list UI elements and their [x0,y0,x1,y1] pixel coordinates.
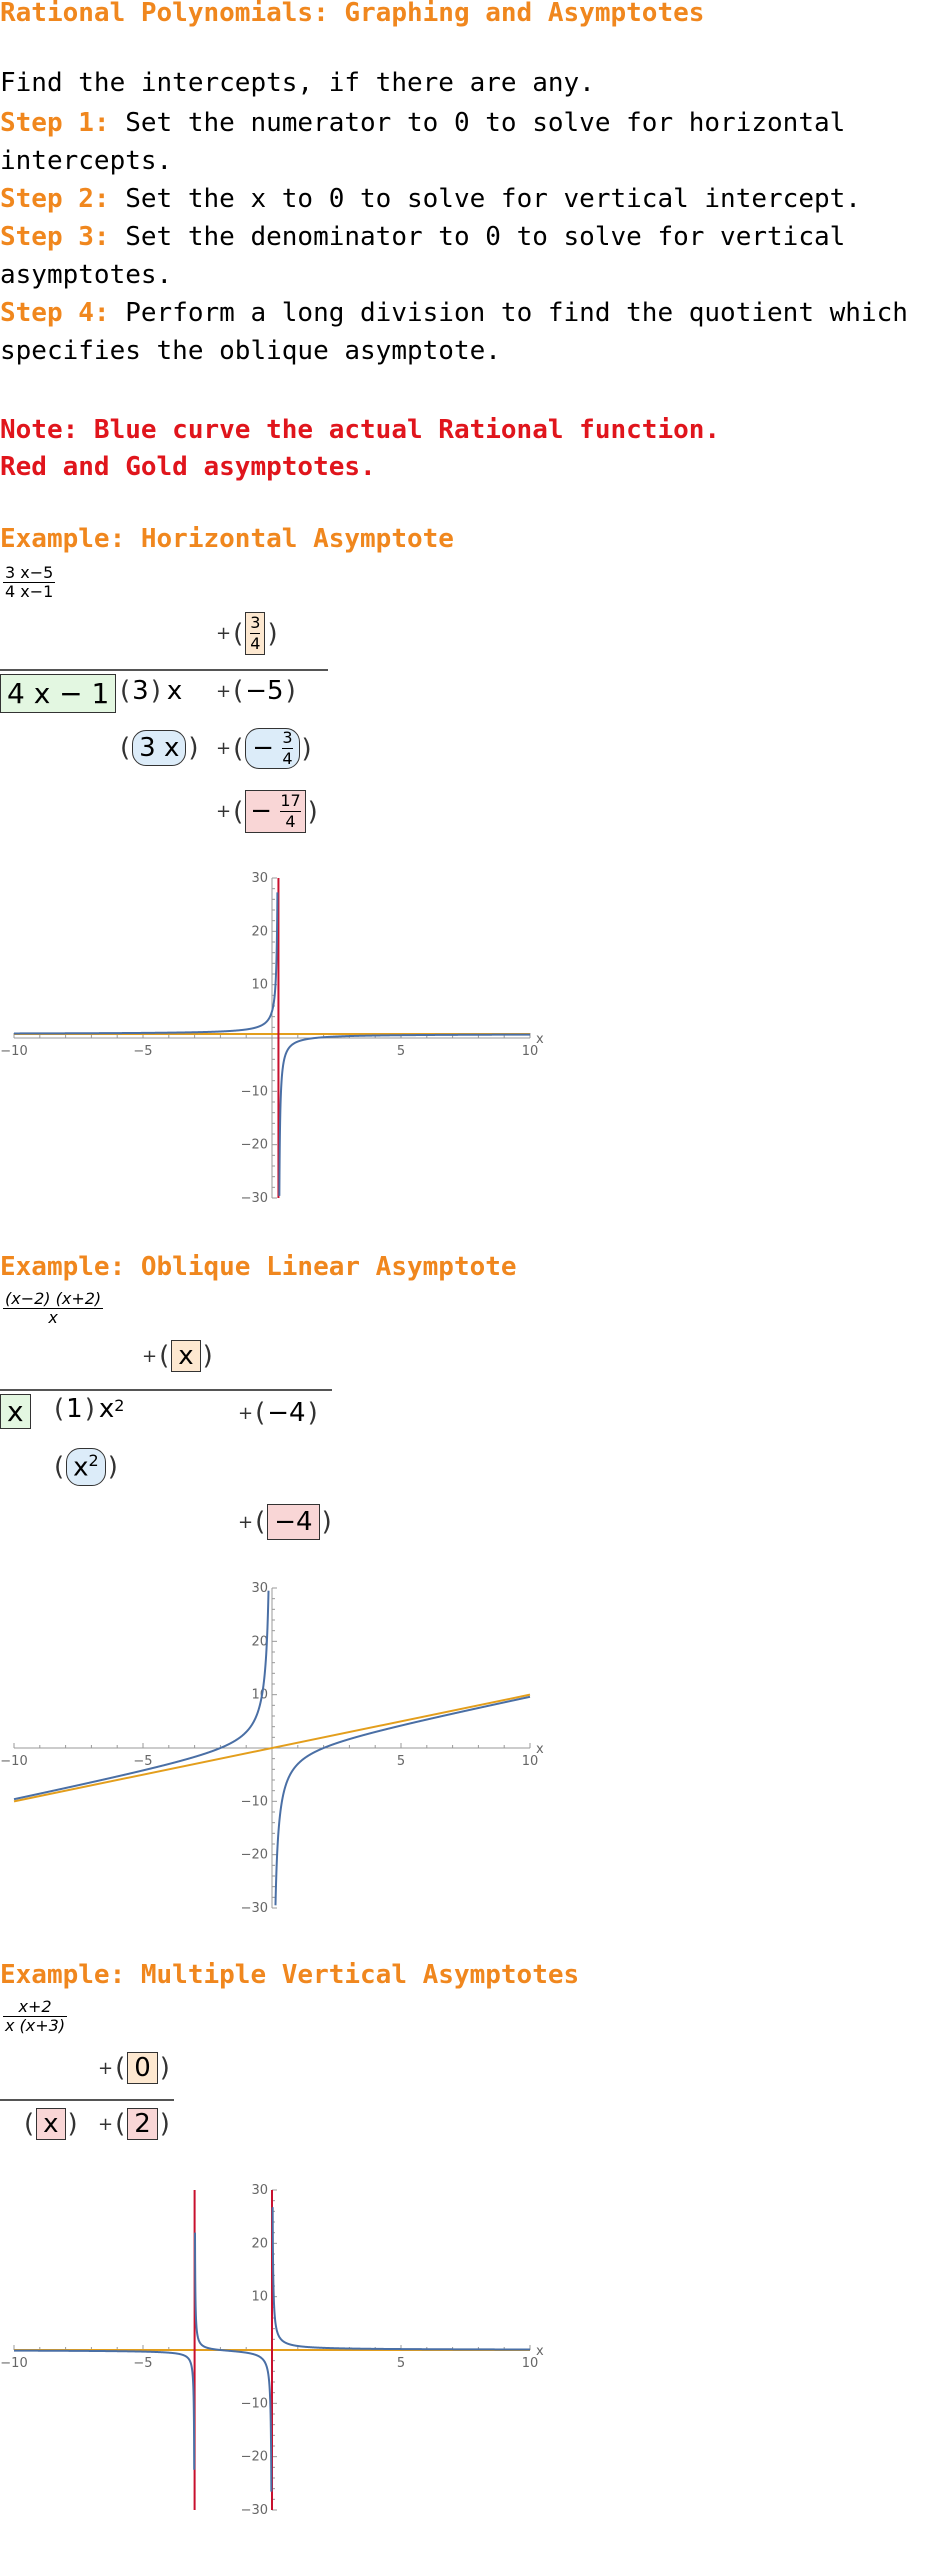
divisor-box: 4 x − 1 [0,674,117,713]
product-constant: +( − 34 ) [216,728,312,769]
remainder-row: +( 2 ) [98,2108,170,2140]
product-term: (3 x) [118,730,201,766]
x-tick-label: −5 [133,2356,152,2371]
step-4: Step 4: Perform a long division to find … [0,294,928,370]
x-tick-label: −10 [0,1044,27,1059]
quotient-row: +( 0 ) [98,2052,170,2084]
x-tick-label: −5 [133,1754,152,1769]
y-tick-label: 10 [251,978,268,993]
step-label: Step 4: [0,298,110,328]
x-tick-label: 5 [397,1044,405,1059]
x-axis-label: x [536,2344,544,2359]
y-tick-label: 30 [251,2183,268,2198]
step-2: Step 2: Set the x to 0 to solve for vert… [0,180,928,218]
rational-expression: x+2 x (x+3) [3,1997,68,2035]
step-text: Perform a long division to find the quot… [0,298,908,366]
remainder-row: +( − 17 4 ) [216,790,318,833]
y-tick-label: 10 [251,1688,268,1703]
y-tick-label: 10 [251,2290,268,2305]
x-tick-label: 5 [397,2356,405,2371]
dividend-row: (3) x [120,676,183,706]
quotient-term: x [171,1340,201,1372]
step-label: Step 2: [0,184,110,214]
x-axis-label: x [536,1032,544,1047]
remainder-term-row: (x) [24,2108,78,2140]
y-tick-label: −30 [241,1191,268,1206]
remainder-term: 2 [127,2108,158,2140]
step-text: Set the denominator to 0 to solve for ve… [0,222,846,290]
example-title: Example: Oblique Linear Asymptote [0,1252,517,1282]
example-title: Example: Multiple Vertical Asymptotes [0,1960,580,1990]
step-3: Step 3: Set the denominator to 0 to solv… [0,218,928,294]
function-graph: −10 −5 5 10−30−20−10102030x [0,2183,544,2518]
y-tick-label: −10 [241,1084,268,1099]
y-tick-label: 30 [251,1581,268,1596]
quotient-row: +( 34 ) [216,612,278,655]
dividend-constant: +(−4) [238,1398,318,1428]
step-text: Set the x to 0 to solve for vertical int… [109,184,861,214]
y-tick-label: −20 [241,1848,268,1863]
y-tick-label: −30 [241,2503,268,2518]
remainder-row: +( −4 ) [238,1504,334,1540]
y-tick-label: 20 [251,924,268,939]
x-tick-label: −5 [133,1044,152,1059]
example-title: Example: Horizontal Asymptote [0,524,454,554]
quotient-row: +( x ) [142,1340,213,1372]
y-tick-label: −20 [241,2450,268,2465]
division-line [0,669,328,671]
intro-text: Find the intercepts, if there are any. [0,68,595,98]
dividend-constant: +(−5) [216,676,296,706]
x-tick-label: 5 [397,1754,405,1769]
remainder-term: −4 [267,1504,320,1540]
note-line-2: Red and Gold asymptotes. [0,452,376,482]
product-term: (x2) [52,1448,120,1486]
quotient-term: 34 [245,612,266,655]
y-tick-label: −20 [241,1138,268,1153]
note-line-1: Note: Blue curve the actual Rational fun… [0,415,721,445]
function-graph: −10 −5 5 10−30−20−10102030x [0,871,544,1206]
quotient-term: 0 [127,2052,158,2084]
rational-expression: (x−2) (x+2) x [3,1289,104,1327]
y-tick-label: 30 [251,871,268,886]
step-label: Step 1: [0,108,110,138]
remainder-term: − 17 4 [245,790,306,833]
x-axis-label: x [536,1742,544,1757]
y-tick-label: −10 [241,2396,268,2411]
step-1: Step 1: Set the numerator to 0 to solve … [0,104,928,180]
division-line [0,1389,332,1391]
rational-expression: 3 x−5 4 x−1 [3,563,56,601]
step-text: Set the numerator to 0 to solve for hori… [0,108,846,176]
dividend-row: (1) x 2 [54,1394,125,1424]
divisor-box: x [0,1394,31,1429]
y-tick-label: 20 [251,2236,268,2251]
division-line [0,2099,174,2101]
y-tick-label: −30 [241,1901,268,1916]
x-tick-label: −10 [0,2356,27,2371]
x-tick-label: −10 [0,1754,27,1769]
y-tick-label: 20 [251,1634,268,1649]
function-graph: −10 −5 5 10−30−20−10102030x [0,1581,544,1916]
page-title: Rational Polynomials: Graphing and Asymp… [0,0,705,28]
step-label: Step 3: [0,222,110,252]
y-tick-label: −10 [241,1794,268,1809]
